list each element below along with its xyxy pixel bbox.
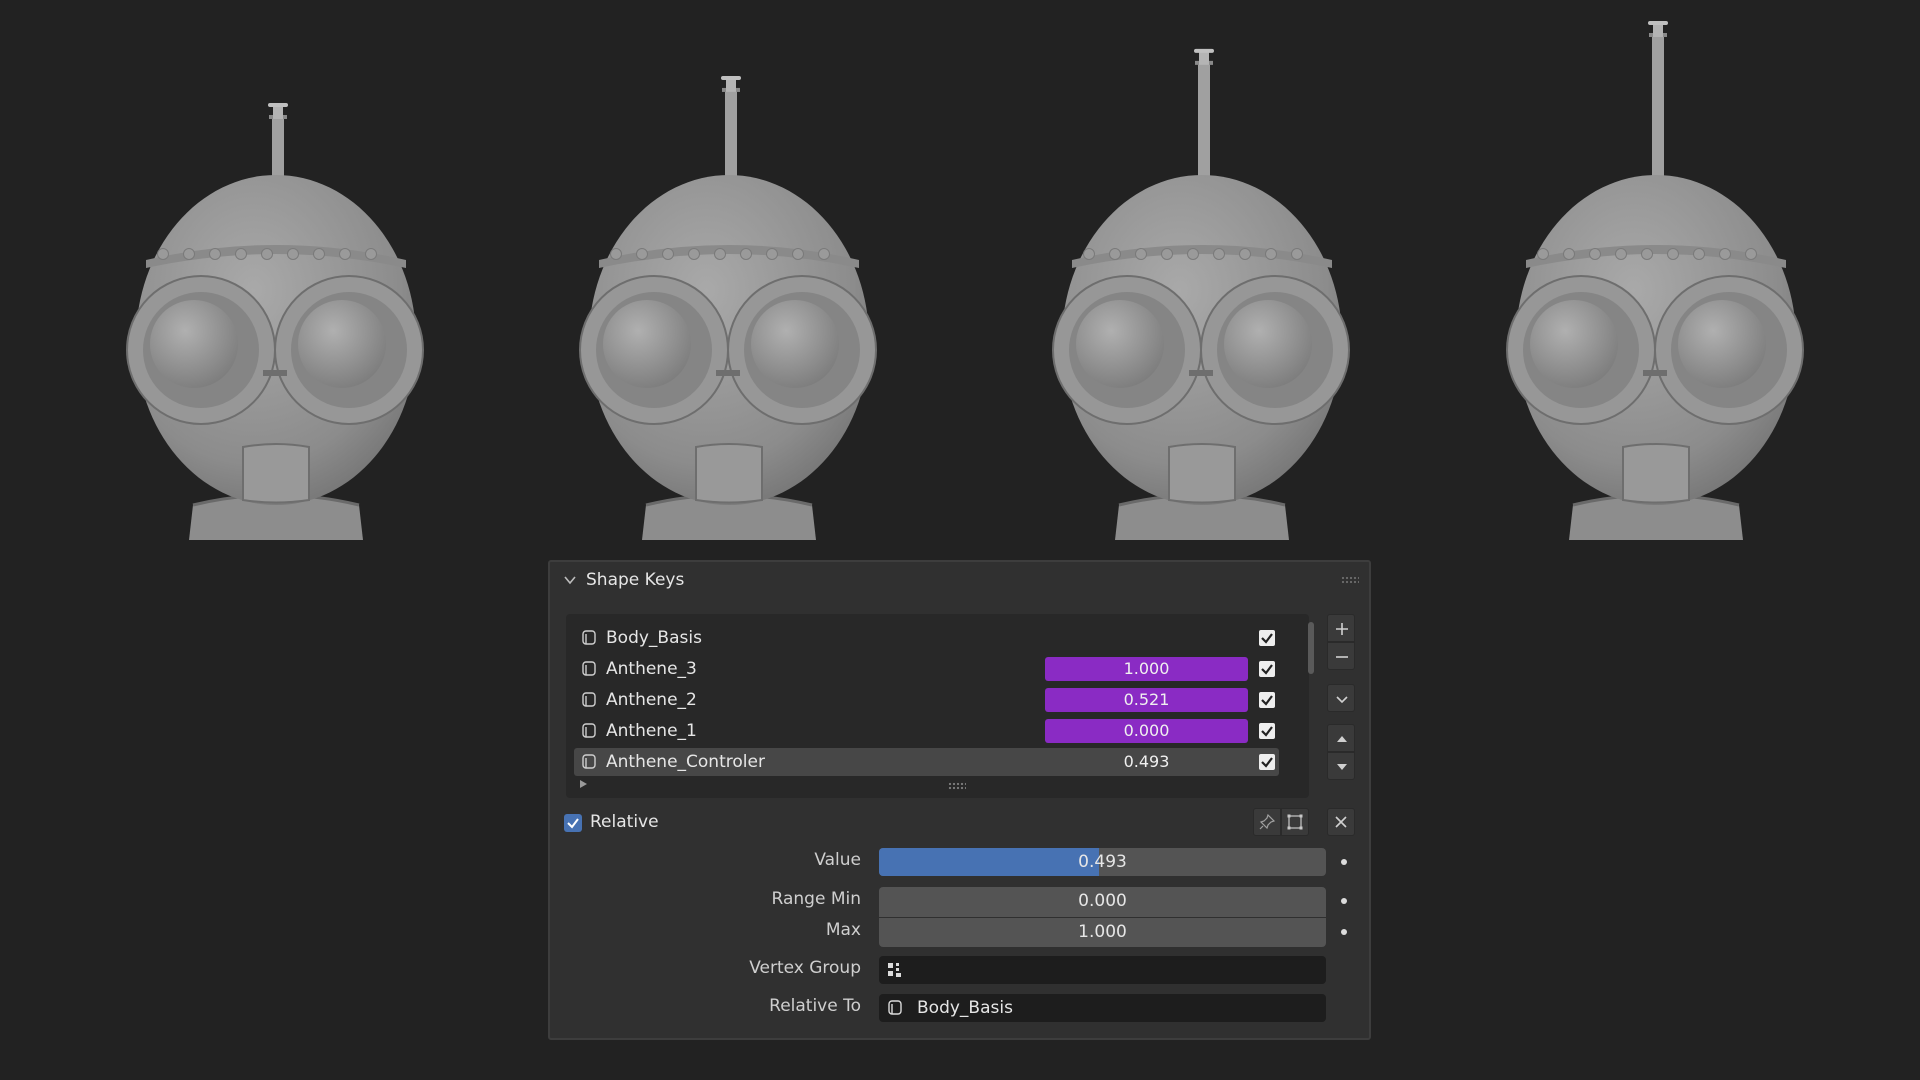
panel-header[interactable]: Shape Keys <box>550 562 1369 598</box>
value-label: Value <box>814 850 861 870</box>
shape-key-name[interactable]: Anthene_3 <box>606 659 697 679</box>
relative-to-label: Relative To <box>769 996 861 1016</box>
shape-key-row[interactable]: Anthene_1 0.000 <box>574 717 1279 745</box>
edit-mode-icon <box>1287 814 1303 830</box>
shapekey-icon <box>580 629 598 647</box>
add-shape-key-button[interactable] <box>1327 614 1355 642</box>
shapekey-icon <box>580 722 598 740</box>
value-slider[interactable]: 0.493 <box>879 848 1326 876</box>
pin-icon <box>1259 814 1275 830</box>
shape-key-name[interactable]: Anthene_1 <box>606 721 697 741</box>
shapekey-icon <box>580 691 598 709</box>
robot-head-model[interactable] <box>1506 0 1811 545</box>
vertex-group-field[interactable] <box>879 956 1326 984</box>
shape-key-specials-button[interactable] <box>1327 684 1355 712</box>
relative-label: Relative <box>590 812 659 832</box>
range-max-field[interactable]: 1.000 <box>879 918 1326 947</box>
shape-key-row[interactable]: Body_Basis <box>574 624 1279 652</box>
value-text: 0.493 <box>1078 852 1127 872</box>
keyframe-dot-icon[interactable] <box>1341 859 1347 865</box>
move-down-icon <box>1337 764 1347 770</box>
list-resize-grip-icon[interactable] <box>948 782 966 790</box>
range-max-text: 1.000 <box>1078 922 1127 942</box>
range-min-text: 0.000 <box>1078 891 1127 911</box>
robot-head-model[interactable] <box>126 0 431 545</box>
shape-keys-panel: Shape Keys Body_Basis Anthene_3 1.000 Anthe… <box>548 560 1371 1040</box>
robot-head-model[interactable] <box>1052 0 1357 545</box>
relative-to-field[interactable]: Body_Basis <box>879 994 1326 1022</box>
value-slider-fill <box>879 848 1100 876</box>
mute-checkbox[interactable] <box>1259 692 1275 708</box>
shape-key-name[interactable]: Anthene_Controler <box>606 752 765 772</box>
shape-key-row[interactable]: Anthene_2 0.521 <box>574 686 1279 714</box>
check-icon <box>567 818 579 829</box>
relative-checkbox[interactable] <box>564 814 582 832</box>
shape-key-row[interactable]: Anthene_Controler 0.493 <box>574 748 1279 776</box>
clear-shape-keys-button[interactable] <box>1327 808 1355 836</box>
drag-handle-icon[interactable] <box>1341 576 1359 584</box>
relative-to-value: Body_Basis <box>917 998 1013 1018</box>
pin-shape-key-button[interactable] <box>1253 808 1281 836</box>
shape-key-value-field[interactable]: 0.521 <box>1045 688 1248 712</box>
edit-mode-shape-key-button[interactable] <box>1281 808 1309 836</box>
menu-down-icon <box>1336 696 1348 704</box>
shapekey-icon <box>888 1000 902 1015</box>
shape-key-name[interactable]: Anthene_2 <box>606 690 697 710</box>
3d-viewport[interactable] <box>0 0 1920 560</box>
shape-key-name[interactable]: Body_Basis <box>606 628 702 648</box>
remove-shape-key-button[interactable] <box>1327 642 1355 670</box>
shape-key-value-field[interactable]: 1.000 <box>1045 657 1248 681</box>
clear-icon <box>1335 816 1347 828</box>
mute-checkbox[interactable] <box>1259 630 1275 646</box>
mute-checkbox[interactable] <box>1259 661 1275 677</box>
move-down-button[interactable] <box>1327 752 1355 780</box>
shape-keys-list[interactable]: Body_Basis Anthene_3 1.000 Anthene_2 0.521 An… <box>566 614 1314 798</box>
move-up-icon <box>1337 736 1347 742</box>
keyframe-dot-icon[interactable] <box>1341 929 1347 935</box>
max-label: Max <box>825 920 861 940</box>
remove-icon <box>1336 656 1348 658</box>
shape-key-row[interactable]: Anthene_3 1.000 <box>574 655 1279 683</box>
vertex-group-label: Vertex Group <box>749 958 861 978</box>
keyframe-dot-icon[interactable] <box>1341 898 1347 904</box>
move-up-button[interactable] <box>1327 724 1355 752</box>
list-filter-toggle-icon[interactable] <box>580 780 587 788</box>
range-min-label: Range Min <box>771 889 861 909</box>
panel-title: Shape Keys <box>586 570 685 590</box>
chevron-down-icon[interactable] <box>562 572 578 588</box>
shape-key-value-field[interactable]: 0.493 <box>1045 750 1248 774</box>
mute-checkbox[interactable] <box>1259 754 1275 770</box>
shapekey-icon <box>580 660 598 678</box>
shapekey-icon <box>580 753 598 771</box>
add-icon <box>1336 623 1348 635</box>
range-min-field[interactable]: 0.000 <box>879 887 1326 917</box>
shape-key-value-field[interactable]: 0.000 <box>1045 719 1248 743</box>
vertex-group-icon <box>888 963 901 977</box>
mute-checkbox[interactable] <box>1259 723 1275 739</box>
list-scrollbar[interactable] <box>1308 622 1314 674</box>
robot-head-model[interactable] <box>579 0 884 545</box>
